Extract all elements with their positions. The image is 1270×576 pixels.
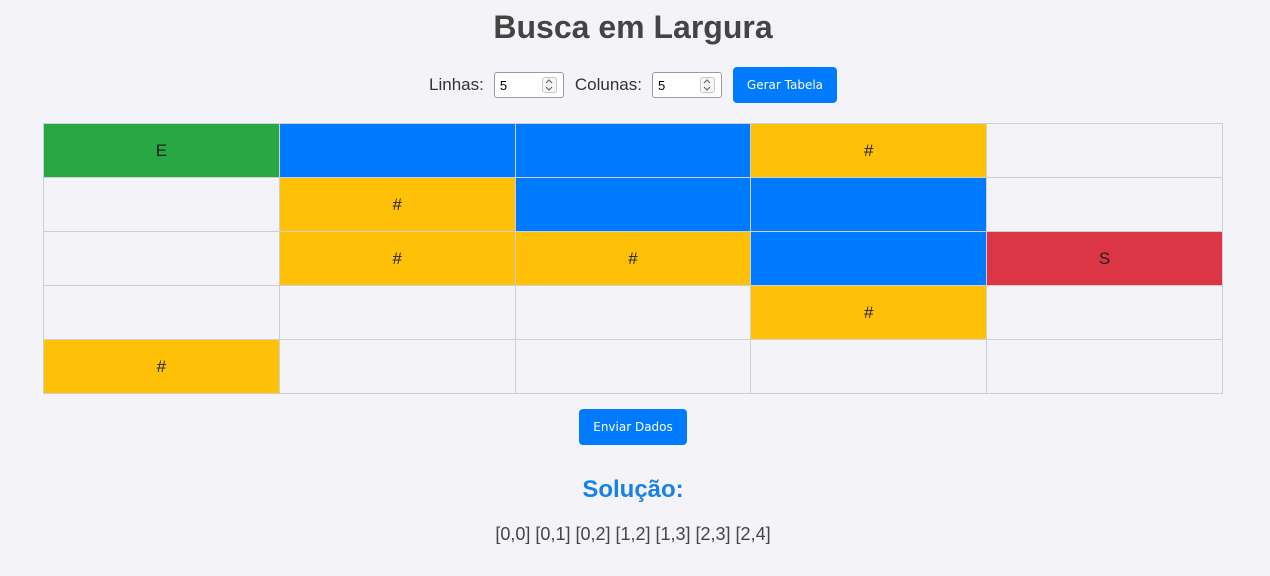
- chevron-down-icon: [704, 86, 711, 91]
- solution-title: Solução:: [582, 476, 684, 503]
- rows-decrement[interactable]: [543, 85, 556, 92]
- grid-row: E #: [43, 123, 1223, 178]
- grid-cell-empty[interactable]: [514, 339, 752, 394]
- chevron-up-icon: [704, 79, 711, 84]
- grid-cell-empty[interactable]: [986, 285, 1223, 340]
- grid-cell-wall[interactable]: #: [43, 339, 280, 394]
- maze-grid: E # # # # S # #: [43, 123, 1223, 394]
- submit-data-button[interactable]: Enviar Dados: [579, 409, 687, 445]
- grid-cell-path[interactable]: [514, 123, 752, 178]
- grid-cell-empty[interactable]: [986, 339, 1223, 394]
- grid-cell-empty[interactable]: [514, 285, 752, 340]
- chevron-down-icon: [545, 86, 553, 91]
- grid-row: #: [43, 177, 1223, 232]
- rows-input-box[interactable]: [493, 72, 564, 98]
- grid-cell-path[interactable]: [278, 123, 516, 178]
- cols-label: Colunas:: [574, 75, 642, 94]
- rows-label: Linhas:: [429, 75, 484, 94]
- grid-row: #: [43, 285, 1223, 340]
- cols-spinner[interactable]: [699, 77, 715, 93]
- grid-cell-wall[interactable]: #: [278, 177, 516, 232]
- cols-decrement[interactable]: [701, 85, 714, 92]
- cols-input[interactable]: [652, 73, 704, 97]
- generate-table-button[interactable]: Gerar Tabela: [732, 67, 837, 103]
- grid-row: # # S: [43, 231, 1223, 286]
- grid-cell-empty[interactable]: [278, 339, 516, 394]
- cols-input-box[interactable]: [651, 72, 722, 98]
- cols-increment[interactable]: [701, 78, 714, 85]
- rows-input[interactable]: [494, 73, 546, 97]
- grid-cell-wall[interactable]: #: [514, 231, 752, 286]
- grid-cell-wall[interactable]: #: [278, 231, 516, 286]
- page: Busca em Largura Linhas: Colunas:: [0, 0, 1270, 576]
- solution-path: [0,0] [0,1] [0,2] [1,2] [1,3] [2,3] [2,4…: [495, 524, 771, 544]
- grid-cell-start[interactable]: E: [43, 123, 280, 178]
- grid-row: #: [43, 339, 1223, 394]
- grid-cell-end[interactable]: S: [986, 231, 1223, 286]
- grid-cell-wall[interactable]: #: [750, 285, 988, 340]
- grid-cell-wall[interactable]: #: [750, 123, 988, 178]
- grid-size-controls: Linhas: Colunas:: [0, 67, 1266, 103]
- grid-cell-empty[interactable]: [750, 339, 988, 394]
- page-title: Busca em Largura: [493, 9, 773, 45]
- grid-cell-empty[interactable]: [43, 177, 280, 232]
- grid-cell-empty[interactable]: [986, 177, 1223, 232]
- grid-cell-path[interactable]: [750, 231, 988, 286]
- grid-cell-empty[interactable]: [278, 285, 516, 340]
- chevron-up-icon: [545, 79, 553, 84]
- grid-cell-empty[interactable]: [43, 231, 280, 286]
- grid-cell-path[interactable]: [514, 177, 752, 232]
- rows-increment[interactable]: [543, 78, 556, 85]
- grid-cell-path[interactable]: [750, 177, 988, 232]
- grid-cell-empty[interactable]: [986, 123, 1223, 178]
- rows-spinner[interactable]: [541, 77, 557, 93]
- grid-cell-empty[interactable]: [43, 285, 280, 340]
